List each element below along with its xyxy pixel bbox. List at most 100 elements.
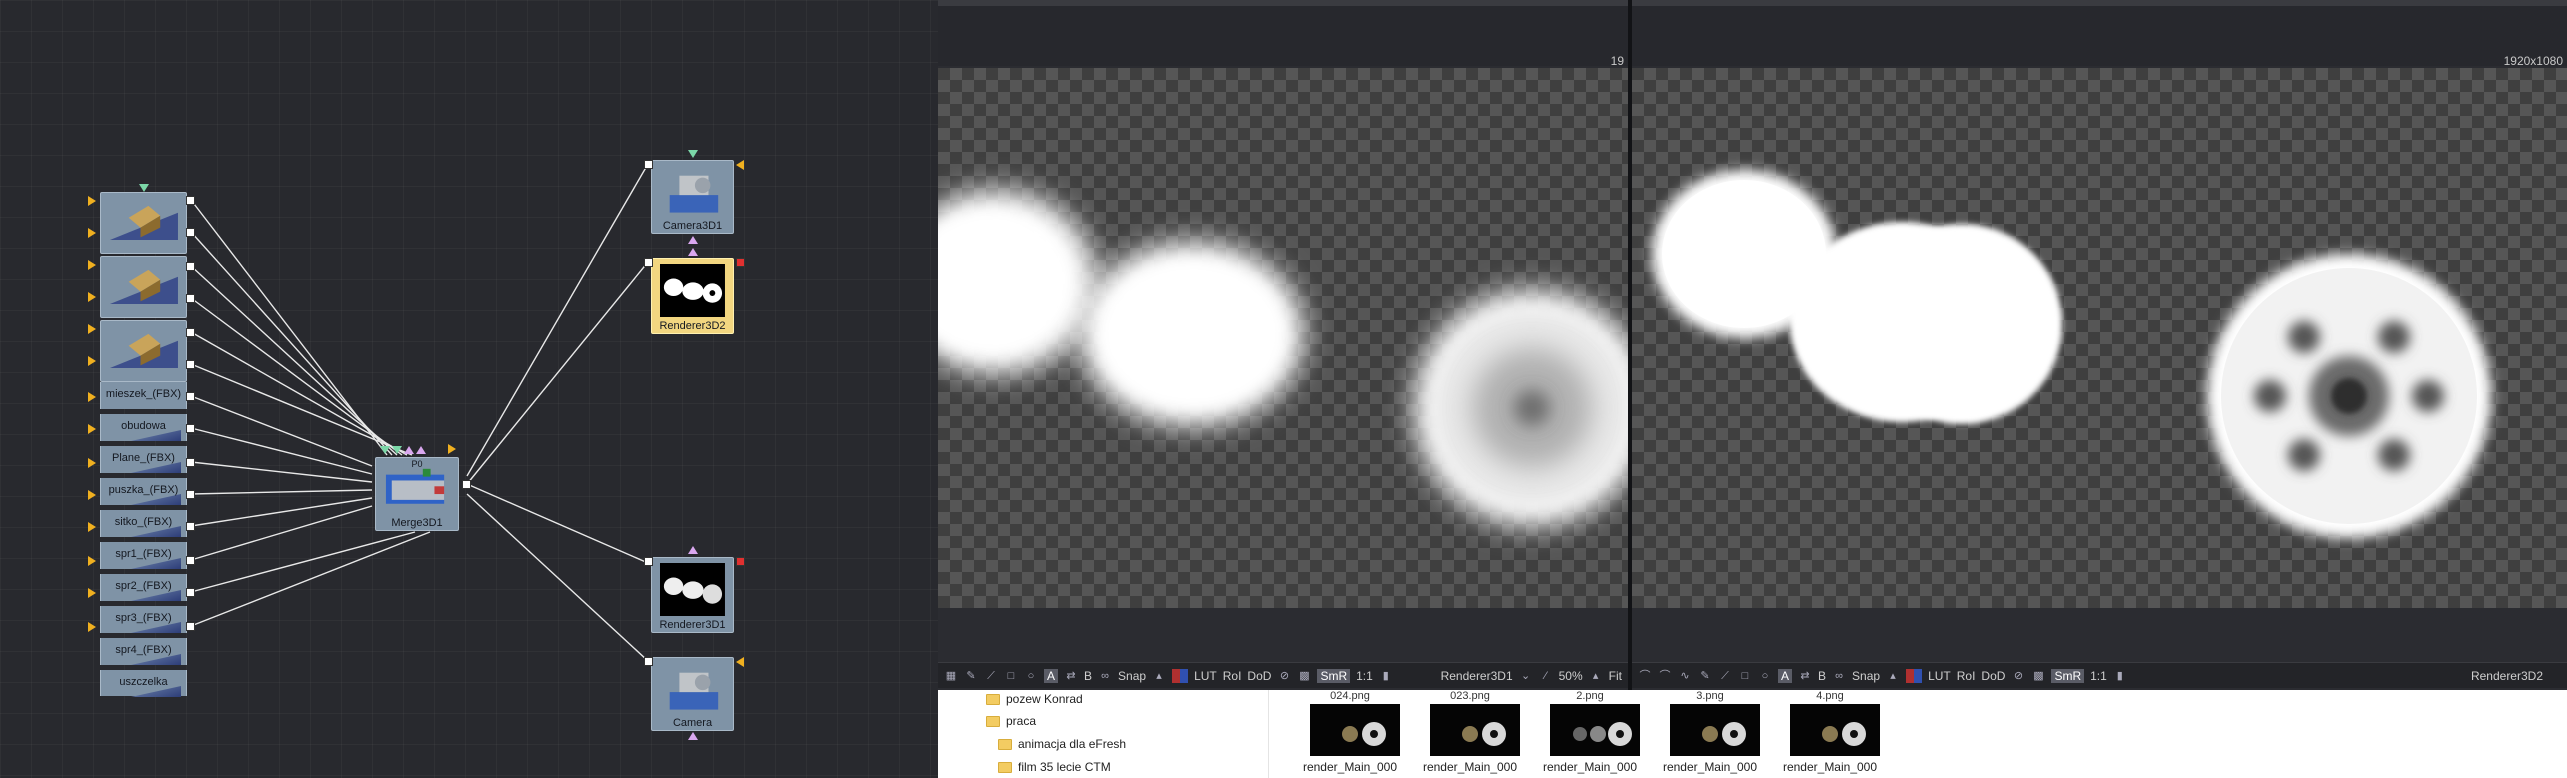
folder-item[interactable]: praca	[986, 712, 1036, 730]
snap-button[interactable]: Snap	[1118, 669, 1146, 683]
lut-button[interactable]: LUT	[1928, 669, 1951, 683]
input-triangle[interactable]	[88, 522, 96, 532]
folder-item[interactable]: animacja dla eFresh	[998, 735, 1126, 753]
fbx-node-1[interactable]	[100, 192, 187, 254]
brush-icon[interactable]: ⟋	[1718, 669, 1732, 683]
renderer-input-triangle[interactable]	[688, 546, 698, 554]
node-editor[interactable]: mieszek_(FBX) obudowa Plane_(FBX) puszka…	[0, 0, 938, 778]
ratio-button[interactable]: 1:1	[1356, 669, 1373, 683]
file-thumbnail[interactable]: 4.png render_Main_000	[1780, 690, 1880, 778]
folder-item[interactable]: film 35 lecie CTM	[998, 758, 1111, 776]
fbx-tile[interactable]: uszczelka	[100, 670, 187, 697]
b-buffer-button[interactable]: B	[1818, 669, 1826, 683]
output-port[interactable]	[186, 228, 195, 237]
camera-input-triangle[interactable]	[688, 732, 698, 740]
pane-divider[interactable]	[1268, 690, 1269, 778]
circle-icon[interactable]: ○	[1024, 669, 1038, 683]
a-buffer-button[interactable]: A	[1044, 668, 1059, 683]
curve-icon[interactable]: ⌒	[1658, 669, 1672, 683]
merge-input-triangle[interactable]	[392, 446, 402, 454]
histogram-icon[interactable]: ▮	[2113, 669, 2127, 683]
rect-icon[interactable]: □	[1004, 669, 1018, 683]
swap-icon[interactable]: ⇄	[1798, 669, 1812, 683]
fit-button[interactable]: Fit	[1609, 669, 1622, 683]
smr-button[interactable]: SmR	[1317, 668, 1351, 683]
input-triangle[interactable]	[88, 324, 96, 334]
fbx-tile[interactable]: mieszek_(FBX)	[100, 382, 187, 409]
snap-button[interactable]: Snap	[1852, 669, 1880, 683]
histogram-icon[interactable]: ▮	[1379, 669, 1393, 683]
fbx-tile[interactable]: spr4_(FBX)	[100, 638, 187, 665]
input-triangle[interactable]	[88, 490, 96, 500]
picker-icon[interactable]: ✎	[1698, 669, 1712, 683]
output-port[interactable]	[186, 262, 195, 271]
camera-input-triangle[interactable]	[688, 236, 698, 244]
arrow-icon[interactable]: ⌄	[1519, 669, 1533, 683]
roi-button[interactable]: RoI	[1223, 669, 1242, 683]
camera-output-port[interactable]	[644, 160, 653, 169]
renderer-red-port[interactable]	[736, 557, 745, 566]
input-triangle[interactable]	[88, 228, 96, 238]
checker-icon[interactable]: ▩	[2031, 669, 2045, 683]
file-thumbnail[interactable]: 2.png render_Main_000	[1540, 690, 1640, 778]
renderer3d1-node[interactable]: Renderer3D1	[651, 557, 734, 633]
lut-button[interactable]: LUT	[1194, 669, 1217, 683]
input-triangle[interactable]	[88, 260, 96, 270]
input-triangle[interactable]	[88, 196, 96, 206]
picker-icon[interactable]: ✎	[964, 669, 978, 683]
camera-input-triangle[interactable]	[736, 657, 744, 667]
renderer3d2-node[interactable]: Renderer3D2	[651, 258, 734, 334]
merge-input-triangle[interactable]	[404, 446, 414, 454]
smr-button[interactable]: SmR	[2051, 668, 2085, 683]
ratio-button[interactable]: 1:1	[2090, 669, 2107, 683]
lock-icon[interactable]: ⊘	[2011, 669, 2025, 683]
output-port[interactable]	[186, 458, 195, 467]
rect-icon[interactable]: □	[1738, 669, 1752, 683]
file-thumbnail[interactable]: 023.png render_Main_000	[1420, 690, 1520, 778]
input-triangle-top[interactable]	[139, 184, 149, 192]
viewer-image[interactable]	[1632, 68, 2567, 608]
file-thumbnail[interactable]: 024.png render_Main_000	[1300, 690, 1400, 778]
swap-icon[interactable]: ⇄	[1064, 669, 1078, 683]
output-port[interactable]	[186, 424, 195, 433]
output-port[interactable]	[186, 522, 195, 531]
input-triangle[interactable]	[88, 622, 96, 632]
dropdown-icon[interactable]: ▴	[1152, 669, 1166, 683]
camera-input-triangle[interactable]	[688, 150, 698, 158]
fbx-tile[interactable]: sitko_(FBX)	[100, 510, 187, 537]
input-triangle[interactable]	[88, 588, 96, 598]
roi-button[interactable]: RoI	[1957, 669, 1976, 683]
fbx-tile[interactable]: spr2_(FBX)	[100, 574, 187, 601]
zoom-value[interactable]: 50%	[1559, 669, 1583, 683]
output-port[interactable]	[186, 622, 195, 631]
fbx-tile[interactable]: spr1_(FBX)	[100, 542, 187, 569]
output-port[interactable]	[186, 196, 195, 205]
renderer-input-triangle[interactable]	[688, 248, 698, 256]
input-triangle[interactable]	[88, 356, 96, 366]
dropdown-icon[interactable]: ▴	[1886, 669, 1900, 683]
input-triangle[interactable]	[88, 556, 96, 566]
merge3d-node[interactable]: P0 Merge3D1	[375, 457, 459, 531]
grid-icon[interactable]: ▦	[944, 669, 958, 683]
fbx-node-3[interactable]	[100, 320, 187, 382]
merge-output-port[interactable]	[462, 480, 471, 489]
merge-input-triangle[interactable]	[448, 444, 456, 454]
viewer-right[interactable]: 1920x1080 ⌒ ⌒ ∿ ✎ ⟋ □ ○ A ⇄ B ∞ Snap ▴ L…	[1632, 0, 2567, 690]
camera3d-node[interactable]: Camera3D1	[651, 160, 734, 234]
camera-input-triangle[interactable]	[736, 160, 744, 170]
renderer-output-port[interactable]	[644, 557, 653, 566]
link-icon[interactable]: ∞	[1832, 669, 1846, 683]
merge-input-triangle[interactable]	[380, 446, 390, 454]
output-port[interactable]	[186, 392, 195, 401]
checker-icon[interactable]: ▩	[1297, 669, 1311, 683]
camera-node[interactable]: Camera	[651, 657, 734, 731]
input-triangle[interactable]	[88, 292, 96, 302]
color-channel-icon[interactable]	[1906, 668, 1923, 683]
output-port[interactable]	[186, 294, 195, 303]
output-port[interactable]	[186, 588, 195, 597]
input-triangle[interactable]	[88, 392, 96, 402]
lock-icon[interactable]: ⊘	[1277, 669, 1291, 683]
b-buffer-button[interactable]: B	[1084, 669, 1092, 683]
file-thumbnail[interactable]: 3.png render_Main_000	[1660, 690, 1760, 778]
fbx-tile[interactable]: spr3_(FBX)	[100, 606, 187, 633]
